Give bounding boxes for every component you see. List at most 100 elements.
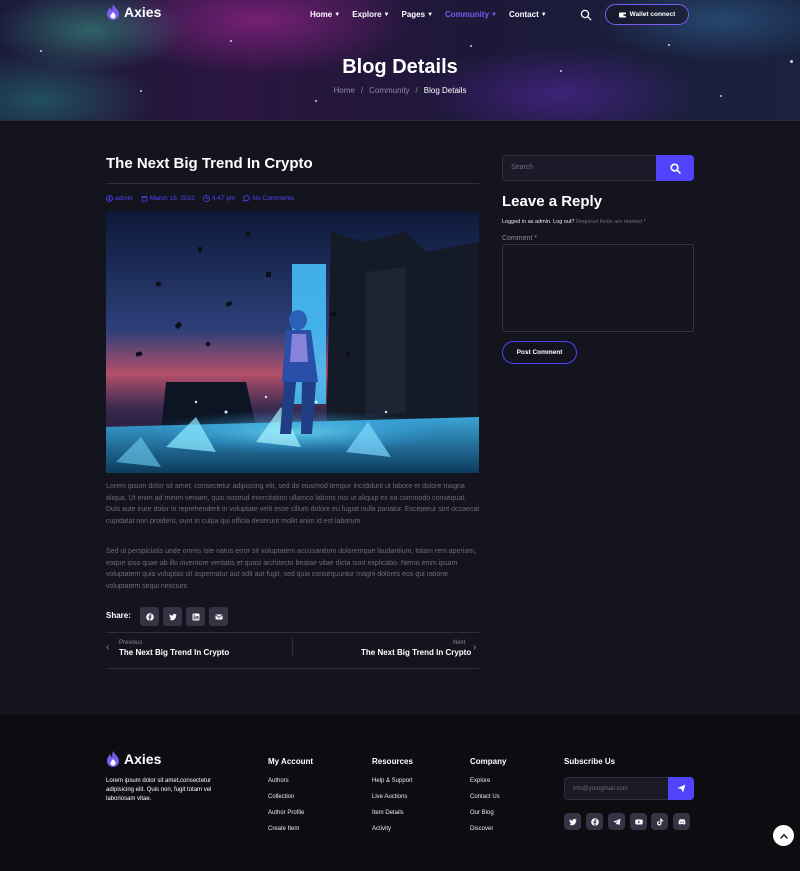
- scroll-to-top-button[interactable]: [773, 825, 794, 846]
- search-icon: [669, 162, 681, 174]
- comment-label: Comment *: [502, 235, 538, 242]
- footer-company-title: Company: [470, 757, 507, 766]
- nav-home[interactable]: Home ▼: [310, 10, 340, 19]
- footer-link[interactable]: Discover: [470, 826, 493, 832]
- logo[interactable]: Axies: [106, 4, 161, 20]
- chevron-down-icon: ▼: [491, 11, 497, 18]
- chevron-down-icon: ▼: [540, 11, 547, 18]
- subscribe-button[interactable]: [668, 777, 694, 800]
- footer-link[interactable]: Help & Support: [372, 778, 413, 784]
- comment-icon: [243, 195, 251, 202]
- footer-link[interactable]: Authors: [268, 778, 289, 784]
- share-label: Share:: [106, 611, 131, 620]
- envelope-icon: [214, 614, 223, 619]
- post-comments[interactable]: No Comments: [243, 195, 294, 202]
- breadcrumb-community[interactable]: Community: [369, 86, 409, 95]
- facebook-icon: [590, 817, 599, 826]
- search-icon[interactable]: [580, 9, 592, 21]
- linkedin-icon: [192, 613, 199, 620]
- chevron-down-icon: ▼: [427, 11, 434, 18]
- facebook-icon: [145, 612, 154, 621]
- nav-community[interactable]: Community ▼: [445, 10, 497, 19]
- post-author[interactable]: admin: [106, 195, 133, 202]
- breadcrumb-current: Blog Details: [423, 86, 467, 95]
- send-icon: [677, 784, 685, 793]
- footer-link[interactable]: Author Profile: [268, 810, 304, 816]
- share-twitter-button[interactable]: [163, 607, 182, 626]
- social-youtube-link[interactable]: [630, 813, 647, 830]
- breadcrumb-home[interactable]: Home: [334, 86, 355, 95]
- user-icon: [106, 195, 113, 202]
- nav-pages[interactable]: Pages ▼: [401, 10, 433, 19]
- post-meta: admin March 18, 2022 4:47 pm No Comments: [106, 195, 294, 202]
- post-title: The Next Big Trend In Crypto: [106, 155, 313, 172]
- logged-in-note: Logged in as admin. Log out? Required fi…: [502, 219, 646, 225]
- breadcrumb: Home / Community / Blog Details: [333, 86, 467, 95]
- discord-icon: [678, 818, 685, 825]
- search-button[interactable]: [656, 155, 694, 181]
- required-note: Required fields are marked *: [576, 219, 646, 225]
- post-comment-button[interactable]: Post Comment: [502, 341, 577, 364]
- youtube-icon: [634, 819, 643, 824]
- social-twitter-link[interactable]: [564, 813, 581, 830]
- share-email-button[interactable]: [209, 607, 228, 626]
- telegram-icon: [612, 818, 621, 825]
- footer-link[interactable]: Explore: [470, 778, 490, 784]
- footer-link[interactable]: Activity: [372, 826, 391, 832]
- divider: [106, 632, 479, 633]
- footer-link[interactable]: Contact Us: [470, 794, 500, 800]
- share-facebook-button[interactable]: [140, 607, 159, 626]
- post-paragraph-1: Lorem ipsum dolor sit amet, consectetur …: [106, 483, 480, 525]
- tiktok-icon: [656, 818, 663, 825]
- footer-logo-text: Axies: [124, 751, 162, 767]
- prev-post-link[interactable]: The Next Big Trend In Crypto: [119, 648, 229, 657]
- logged-in-link[interactable]: Logged in as admin: [502, 219, 550, 225]
- page-title: Blog Details: [342, 56, 458, 78]
- footer-link[interactable]: Collection: [268, 794, 294, 800]
- divider: [292, 638, 293, 656]
- social-facebook-link[interactable]: [586, 813, 603, 830]
- post-date[interactable]: March 18, 2022: [141, 195, 195, 202]
- footer-link[interactable]: Create Item: [268, 826, 299, 832]
- footer-link[interactable]: Our Blog: [470, 810, 494, 816]
- post-paragraph-2: Sed ut perspiciatis unde omnis iste natu…: [106, 548, 477, 590]
- chevron-down-icon: ▼: [383, 11, 390, 18]
- social-discord-link[interactable]: [673, 813, 690, 830]
- twitter-icon: [168, 613, 177, 620]
- calendar-icon: [141, 196, 148, 202]
- divider: [106, 668, 479, 669]
- share-linkedin-button[interactable]: [186, 607, 205, 626]
- chevron-down-icon: ▼: [334, 11, 341, 18]
- nav-contact[interactable]: Contact ▼: [509, 10, 547, 19]
- footer-link[interactable]: Item Details: [372, 810, 404, 816]
- subscribe-email-input[interactable]: info@yourgmail.com: [564, 777, 670, 800]
- footer-link[interactable]: Live Auctions: [372, 794, 407, 800]
- social-tiktok-link[interactable]: [651, 813, 668, 830]
- post-featured-image: [106, 212, 479, 473]
- main-nav: Home ▼ Explore ▼ Pages ▼ Community ▼ Contact…: [310, 10, 547, 19]
- footer-subscribe-title: Subscribe Us: [564, 757, 616, 766]
- chevron-right-icon[interactable]: ›: [473, 642, 476, 653]
- site-header: Axies Home ▼ Explore ▼ Pages ▼ Community ▼ C…: [0, 0, 800, 30]
- reply-heading: Leave a Reply: [502, 193, 603, 210]
- social-telegram-link[interactable]: [608, 813, 625, 830]
- footer-description: Lorem ipsum dolor sit amet,consectetur a…: [106, 778, 212, 802]
- search-input[interactable]: Search: [502, 155, 658, 181]
- chevron-up-icon: [779, 833, 788, 839]
- wallet-icon: [618, 12, 626, 17]
- next-post-link[interactable]: The Next Big Trend In Crypto: [361, 648, 471, 657]
- twitter-icon: [568, 818, 577, 825]
- chevron-left-icon[interactable]: ‹: [106, 642, 109, 653]
- post-time[interactable]: 4:47 pm: [203, 195, 235, 202]
- nav-explore[interactable]: Explore ▼: [352, 10, 389, 19]
- logo-text: Axies: [124, 4, 162, 20]
- footer-resources-title: Resources: [372, 757, 413, 766]
- wallet-connect-button[interactable]: Wallet connect: [605, 4, 689, 25]
- footer-logo[interactable]: Axies: [106, 751, 161, 767]
- next-label: Next: [453, 640, 466, 646]
- prev-label: Previous: [119, 640, 143, 646]
- flame-icon: [107, 751, 119, 767]
- flame-icon: [107, 4, 119, 20]
- logout-link[interactable]: Log out?: [553, 219, 574, 225]
- comment-textarea[interactable]: [502, 244, 694, 332]
